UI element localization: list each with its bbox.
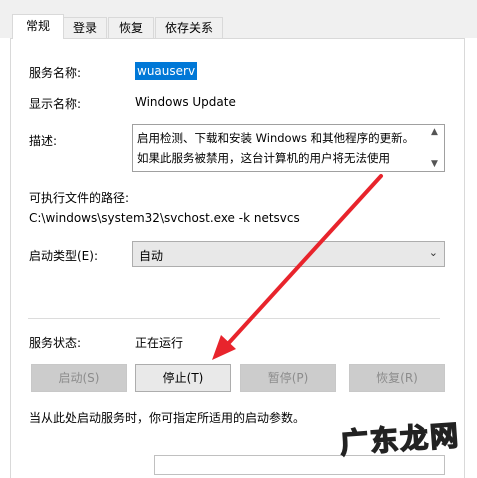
description-text: 启用检测、下载和安装 Windows 和其他程序的更新。如果此服务被禁用，这台计…	[137, 131, 415, 165]
tab-bar: 常规 登录 恢复 依存关系	[0, 0, 477, 39]
scroll-up-icon[interactable]: ▲	[431, 127, 438, 137]
tab-general[interactable]: 常规	[12, 14, 64, 39]
tab-recovery[interactable]: 恢复	[108, 17, 154, 38]
startup-type-label: 启动类型(E):	[29, 249, 98, 263]
pause-button[interactable]: 暂停(P)	[240, 364, 336, 392]
chevron-down-icon[interactable]: ⌄	[429, 246, 438, 259]
startup-type-select[interactable]: 自动 ⌄	[132, 241, 445, 267]
description-box[interactable]: 启用检测、下载和安装 Windows 和其他程序的更新。如果此服务被禁用，这台计…	[132, 124, 445, 172]
divider	[28, 318, 440, 319]
service-name-value[interactable]: wuauserv	[135, 62, 198, 80]
start-button[interactable]: 启动(S)	[31, 364, 127, 392]
tab-dependencies[interactable]: 依存关系	[155, 17, 223, 38]
watermark-logo: 广东龙网	[338, 418, 462, 461]
display-name-value[interactable]: Windows Update	[135, 95, 236, 109]
start-params-hint: 当从此处启动服务时，你可指定所适用的启动参数。	[29, 411, 306, 425]
service-status-label: 服务状态:	[29, 336, 82, 350]
start-params-input[interactable]	[154, 455, 445, 475]
description-scrollbar[interactable]: ▲ ▼	[428, 125, 444, 171]
exe-path-value: C:\windows\system32\svchost.exe -k netsv…	[29, 211, 300, 225]
startup-type-value: 自动	[139, 249, 164, 263]
scroll-down-icon[interactable]: ▼	[431, 159, 438, 169]
description-label: 描述:	[29, 134, 58, 148]
stop-button[interactable]: 停止(T)	[135, 364, 231, 392]
service-name-label: 服务名称:	[29, 66, 82, 80]
service-status-value: 正在运行	[135, 336, 184, 350]
resume-button[interactable]: 恢复(R)	[349, 364, 445, 392]
display-name-label: 显示名称:	[29, 97, 82, 111]
tab-logon[interactable]: 登录	[63, 17, 107, 38]
exe-path-label: 可执行文件的路径:	[29, 191, 130, 205]
